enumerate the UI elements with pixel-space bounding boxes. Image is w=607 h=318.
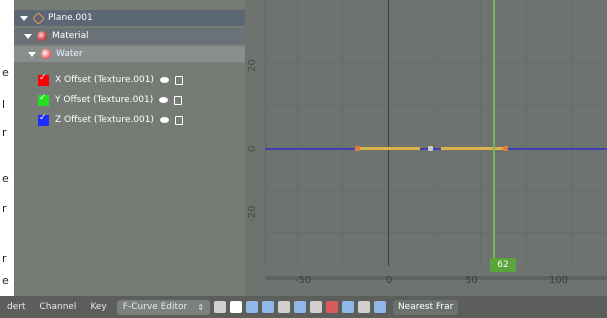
mode-dropdown[interactable]: F-Curve Editor ⇕	[116, 299, 210, 315]
y-tick-label: 0	[247, 145, 258, 152]
lock-icon[interactable]	[174, 75, 183, 85]
fcurve-line[interactable]	[265, 148, 607, 150]
curve-label: Z Offset (Texture.001)	[55, 115, 154, 125]
grid-line	[342, 0, 343, 266]
snap-mode-label: Nearest Frar	[397, 302, 454, 312]
clipped-char: l	[2, 98, 6, 111]
mode-label: F-Curve Editor	[122, 302, 188, 312]
header-toolbar: dert Channel Key F-Curve Editor ⇕ Neares…	[0, 296, 607, 318]
channel-row-water[interactable]: Water	[14, 46, 245, 62]
show-hidden-toggle[interactable]	[229, 301, 242, 313]
selected-curve-segment[interactable]	[441, 147, 505, 150]
clipped-char: r	[2, 252, 7, 265]
pivot-icon[interactable]	[309, 301, 322, 313]
grid-line	[265, 232, 607, 233]
fcurve-row-y-offset[interactable]: Y Offset (Texture.001)	[14, 92, 245, 108]
grid-line	[265, 105, 607, 106]
expand-triangle-icon[interactable]	[24, 33, 32, 39]
snap-mode-dropdown[interactable]: Nearest Frar	[392, 299, 459, 315]
chevron-updown-icon: ⇕	[197, 302, 204, 312]
curve-tools-icon[interactable]	[245, 301, 258, 313]
graph-view[interactable]: 20 0 -20 -50 0 50 100 62	[245, 0, 607, 296]
keyframe-point[interactable]	[503, 146, 508, 151]
current-frame-badge[interactable]: 62	[490, 258, 516, 272]
grid-line	[434, 0, 435, 266]
clipped-char: e	[2, 66, 9, 79]
grid-line	[265, 190, 607, 191]
curve-label: X Offset (Texture.001)	[55, 75, 154, 85]
normalize-icon[interactable]	[293, 301, 306, 313]
x-tick-label: 0	[386, 275, 393, 286]
channel-list: Plane.001 Material Water X Offset (Textu…	[14, 0, 245, 296]
expand-triangle-icon[interactable]	[20, 15, 28, 21]
visibility-eye-icon[interactable]	[159, 117, 169, 123]
lock-icon[interactable]	[174, 95, 183, 105]
y-tick-label: 20	[247, 59, 258, 72]
grid-line	[265, 62, 607, 63]
curve-color-checkbox[interactable]	[38, 73, 49, 86]
ghost-curves-icon[interactable]	[325, 301, 338, 313]
channel-label: Material	[52, 31, 89, 41]
menu-insert[interactable]: dert	[7, 302, 25, 312]
view-icon[interactable]	[261, 301, 274, 313]
channel-label: Plane.001	[48, 13, 93, 23]
filter-icon[interactable]	[277, 301, 290, 313]
curve-color-checkbox[interactable]	[38, 113, 49, 126]
clipped-left-text: e l r e r r e	[0, 0, 14, 296]
selected-curve-segment[interactable]	[358, 147, 420, 150]
fcurve-row-x-offset[interactable]: X Offset (Texture.001)	[14, 72, 245, 88]
y-tick-label: -20	[247, 205, 258, 222]
channel-label: Water	[56, 49, 83, 59]
x-tick-label: -50	[295, 275, 312, 286]
curve-label: Y Offset (Texture.001)	[55, 95, 154, 105]
menu-channel[interactable]: Channel	[39, 302, 76, 312]
visibility-eye-icon[interactable]	[159, 97, 169, 103]
texture-icon	[41, 49, 51, 59]
clipped-char: r	[2, 202, 7, 215]
material-icon	[37, 31, 47, 41]
paste-icon[interactable]	[357, 301, 370, 313]
keyframe-point[interactable]	[428, 146, 433, 151]
channel-row-plane[interactable]: Plane.001	[14, 10, 245, 26]
clipped-char: e	[2, 172, 9, 185]
channel-row-material[interactable]: Material	[14, 28, 245, 44]
grid-line	[526, 0, 527, 266]
current-frame-line[interactable]	[493, 0, 495, 266]
grid-line	[297, 0, 298, 266]
menu-key[interactable]: Key	[90, 302, 106, 312]
fcurve-row-z-offset[interactable]: Z Offset (Texture.001)	[14, 112, 245, 128]
vertical-ruler: 20 0 -20	[245, 0, 266, 296]
object-icon	[32, 11, 45, 25]
grid-line	[480, 0, 481, 266]
clipped-char: e	[2, 274, 9, 287]
x-tick-label: 50	[465, 275, 478, 286]
expand-triangle-icon[interactable]	[28, 51, 36, 57]
only-selected-toggle[interactable]	[213, 301, 226, 313]
zero-frame-line	[388, 0, 389, 266]
copy-icon[interactable]	[341, 301, 354, 313]
snapping-icon[interactable]	[373, 301, 386, 313]
lock-icon[interactable]	[174, 115, 183, 125]
keyframe-point[interactable]	[355, 146, 360, 151]
curve-color-checkbox[interactable]	[38, 93, 49, 106]
grid-line	[572, 0, 573, 266]
clipped-char: r	[2, 126, 7, 139]
fcurve-editor-screenshot: e l r e r r e Plane.001 Material Water X…	[0, 0, 607, 318]
visibility-eye-icon[interactable]	[159, 77, 169, 83]
x-tick-label: 100	[549, 275, 569, 286]
